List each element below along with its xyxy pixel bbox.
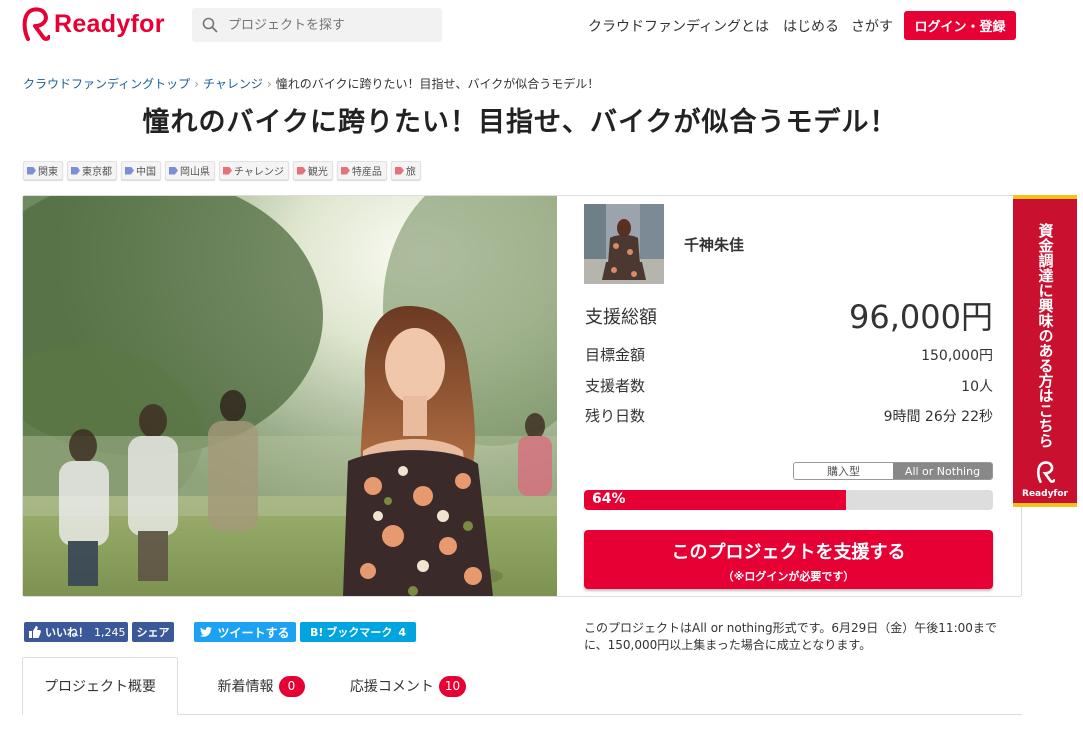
tag-item[interactable]: 特産品	[336, 161, 387, 180]
tweet-button[interactable]: ツイートする	[194, 622, 296, 642]
hatena-count: 4	[398, 625, 407, 639]
search-box[interactable]	[192, 8, 442, 42]
facebook-like-button[interactable]: いいね！ 1,245	[24, 622, 128, 642]
nav-start[interactable]: はじめる	[783, 16, 839, 36]
tag-icon	[340, 166, 350, 175]
search-input[interactable]	[228, 17, 428, 33]
tag-label: 東京都	[82, 167, 112, 178]
support-button-sublabel: （※ログインが必要です）	[722, 570, 855, 583]
banner-text: 資金調達に興味のある方はこちら	[1036, 222, 1055, 448]
tab-comments-label: 応援コメント	[349, 679, 434, 695]
remaining-value: 9時間 26分 22秒	[883, 409, 993, 425]
site-header: Readyfor クラウドファンディングとは はじめる さがす ログイン・登録	[0, 0, 1083, 50]
readyfor-logo-icon	[22, 7, 50, 41]
tab-updates-label: 新着情報	[217, 679, 274, 695]
thumbs-up-icon	[29, 626, 41, 638]
goal-value: 150,000円	[921, 348, 993, 364]
facebook-like-count: 1,245	[94, 625, 126, 639]
project-tabs: プロジェクト概要 新着情報 0 応援コメント 10	[22, 657, 1022, 715]
tag-item[interactable]: 観光	[292, 161, 333, 180]
tag-label: 観光	[307, 167, 328, 178]
tag-icon	[125, 166, 134, 175]
breadcrumb-category[interactable]: チャレンジ	[203, 77, 263, 91]
hatena-label: ブックマーク	[326, 626, 393, 639]
tab-overview[interactable]: プロジェクト概要	[22, 657, 178, 715]
goal-label: 目標金額	[585, 346, 646, 364]
supporters-value: 10人	[961, 379, 993, 395]
tag-icon	[296, 166, 306, 175]
supporters-label: 支援者数	[585, 377, 646, 395]
hatena-bookmark-button[interactable]: B! ブックマーク 4	[300, 622, 416, 642]
breadcrumb-current: 憧れのバイクに跨りたい！目指せ、バイクが似合うモデル！	[275, 77, 600, 91]
tag-icon	[27, 166, 36, 175]
tag-label: 岡山県	[180, 167, 210, 178]
project-type-indicator: 購入型 All or Nothing	[793, 462, 993, 480]
breadcrumb-top[interactable]: クラウドファンディングトップ	[23, 77, 190, 91]
search-icon	[202, 17, 218, 33]
project-photo-graphic	[23, 196, 557, 596]
tag-icon	[223, 166, 232, 175]
tag-item[interactable]: 東京都	[67, 161, 117, 180]
support-project-button[interactable]: このプロジェクトを支援する （※ログインが必要です）	[584, 530, 993, 589]
tab-updates[interactable]: 新着情報 0	[206, 657, 316, 715]
type-all-or-nothing: All or Nothing	[893, 463, 992, 479]
breadcrumb: クラウドファンディングトップ › チャレンジ › 憧れのバイクに跨りたい！目指せ、バイク…	[23, 75, 599, 92]
tag-label: チャレンジ	[234, 167, 284, 178]
funding-inquiry-banner[interactable]: 資金調達に興味のある方はこちら Readyfor	[1013, 195, 1077, 507]
tag-icon	[394, 166, 404, 175]
tab-comments-badge: 10	[438, 675, 467, 697]
remaining-label: 残り日数	[585, 407, 646, 425]
tag-item[interactable]: 関東	[23, 161, 63, 180]
login-button[interactable]: ログイン・登録	[904, 11, 1016, 40]
nav-search[interactable]: さがす	[851, 16, 893, 36]
owner-name[interactable]: 千神朱佳	[684, 234, 744, 255]
project-main-image	[23, 196, 557, 596]
support-button-label: このプロジェクトを支援する	[671, 542, 906, 563]
progress-fill: 64%	[584, 490, 846, 510]
breadcrumb-separator: ›	[266, 77, 272, 91]
breadcrumb-separator: ›	[194, 77, 199, 91]
tag-label: 旅	[405, 167, 416, 178]
tag-item[interactable]: 岡山県	[165, 161, 215, 180]
banner-logo-icon	[1036, 461, 1056, 483]
all-or-nothing-note: このプロジェクトはAll or nothing形式です。6月29日（金）午後11…	[584, 621, 997, 652]
tag-icon	[169, 166, 178, 175]
hatena-b-icon: B!	[309, 625, 324, 639]
tag-label: 関東	[38, 167, 58, 178]
progress-bar: 64%	[584, 490, 993, 510]
tab-comments[interactable]: 応援コメント 10	[346, 657, 470, 715]
nav-about[interactable]: クラウドファンディングとは	[588, 16, 769, 36]
owner-avatar[interactable]	[584, 204, 664, 284]
readyfor-logo[interactable]: Readyfor	[20, 6, 165, 42]
total-label: 支援総額	[585, 307, 657, 328]
tag-icon	[71, 166, 80, 175]
tag-item[interactable]: 中国	[121, 161, 161, 180]
tweet-label: ツイートする	[217, 625, 290, 640]
logo-text: Readyfor	[54, 9, 165, 38]
owner-avatar-graphic	[584, 204, 664, 284]
twitter-bird-icon	[200, 627, 213, 637]
tab-overview-label: プロジェクト概要	[44, 679, 156, 695]
tab-updates-badge: 0	[278, 675, 305, 697]
tag-label: 中国	[136, 167, 156, 178]
page-title: 憧れのバイクに跨りたい！目指せ、バイクが似合うモデル！	[142, 107, 898, 138]
tag-label: 特産品	[351, 167, 382, 178]
total-value: 96,000円	[849, 298, 993, 336]
tag-item[interactable]: チャレンジ	[219, 161, 289, 180]
tag-list: 関東 東京都 中国 岡山県 チャレンジ 観光 特産品 旅	[23, 161, 421, 180]
facebook-like-label: いいね！	[45, 626, 89, 639]
tag-item[interactable]: 旅	[390, 161, 421, 180]
banner-logo-text: Readyfor	[1022, 489, 1068, 499]
type-purchase: 購入型	[794, 463, 893, 479]
facebook-share-button[interactable]: シェア	[132, 622, 174, 642]
progress-text: 64%	[592, 491, 626, 507]
